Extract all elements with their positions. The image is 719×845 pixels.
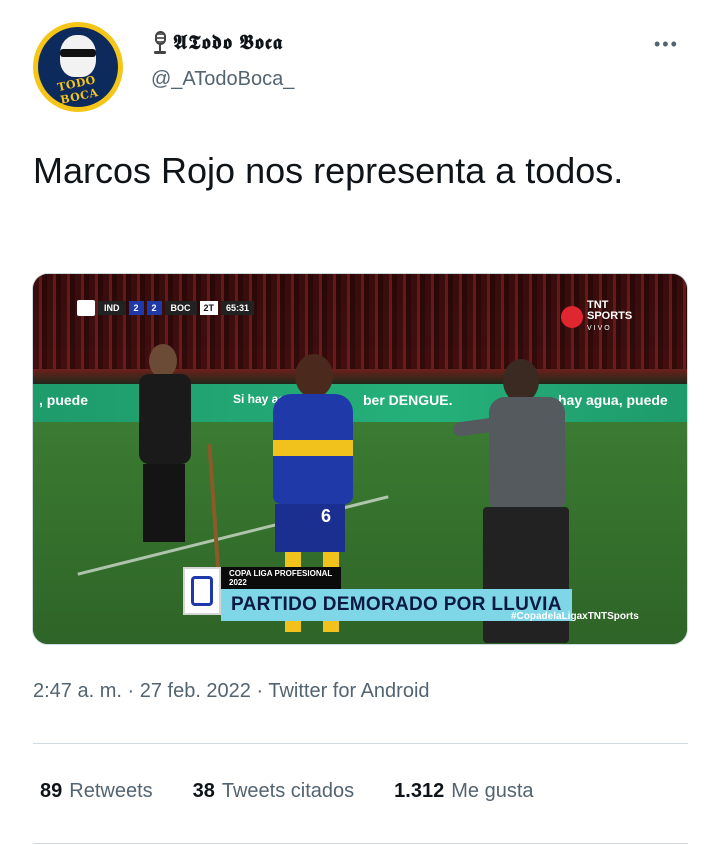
ad-board-text-left: , puede (39, 392, 89, 408)
lower-third-subtitle: COPA LIGA PROFESIONAL 2022 (221, 567, 341, 589)
author-display-name[interactable]: 𝕬𝕿𝖔𝖉𝖔 𝕭𝖔𝖈𝖆 (173, 32, 283, 55)
groundskeeper-figure (129, 344, 223, 604)
divider (33, 743, 688, 744)
quote-tweets-label: Tweets citados (221, 780, 355, 802)
avatar-sunglasses (60, 49, 96, 57)
retweets-stat[interactable]: 89 Retweets (40, 780, 153, 803)
likes-count: 1.312 (394, 780, 445, 802)
divider-bottom (33, 843, 688, 844)
ad-board-text-mid2: ber DENGUE. (363, 392, 453, 408)
engagement-stats: 89 Retweets 38 Tweets citados 1.312 Me g… (40, 780, 534, 803)
tnt-logo-icon (561, 306, 583, 328)
broadcaster-line2: SPORTS (587, 310, 633, 322)
league-logo-icon (77, 300, 95, 316)
home-score: 2 (128, 301, 144, 315)
more-options-icon[interactable]: ••• (654, 34, 679, 55)
likes-stat[interactable]: 1.312 Me gusta (394, 780, 533, 803)
likes-label: Me gusta (451, 780, 534, 802)
avatar-illustration: TODO BOCA (38, 27, 118, 107)
scorebug: IND 2 2 BOC 2T 65:31 (77, 300, 255, 316)
match-clock: 65:31 (221, 301, 255, 315)
author-handle[interactable]: @_ATodoBoca_ (151, 68, 294, 91)
home-team: IND (98, 301, 126, 315)
microphone-icon (151, 30, 169, 56)
away-score: 2 (146, 301, 162, 315)
away-team: BOC (164, 301, 197, 315)
league-shield-icon (183, 567, 221, 615)
match-half: 2T (199, 301, 219, 315)
broadcaster-line3: VIVO (587, 325, 612, 332)
avatar[interactable]: TODO BOCA (33, 22, 123, 112)
quote-tweets-stat[interactable]: 38 Tweets citados (193, 780, 355, 803)
retweets-label: Retweets (69, 780, 153, 802)
broadcaster-logo: TNT SPORTS VIVO (561, 300, 632, 334)
tweet-timestamp[interactable]: 2:47 a. m. · 27 feb. 2022 · Twitter for … (33, 680, 430, 703)
quote-tweets-count: 38 (192, 780, 215, 802)
author-name-row[interactable]: 𝕬𝕿𝖔𝖉𝖔 𝕭𝖔𝖈𝖆 (151, 30, 287, 56)
tweet-media-image[interactable]: , puede Si hay agua ber DENGUE. hay agua… (32, 273, 688, 645)
broadcast-hashtag: #CopadelaLigaxTNTSports (511, 611, 639, 622)
tweet-text: Marcos Rojo nos representa a todos. (33, 150, 624, 191)
player-number: 6 (321, 506, 332, 526)
retweets-count: 89 (40, 780, 63, 802)
